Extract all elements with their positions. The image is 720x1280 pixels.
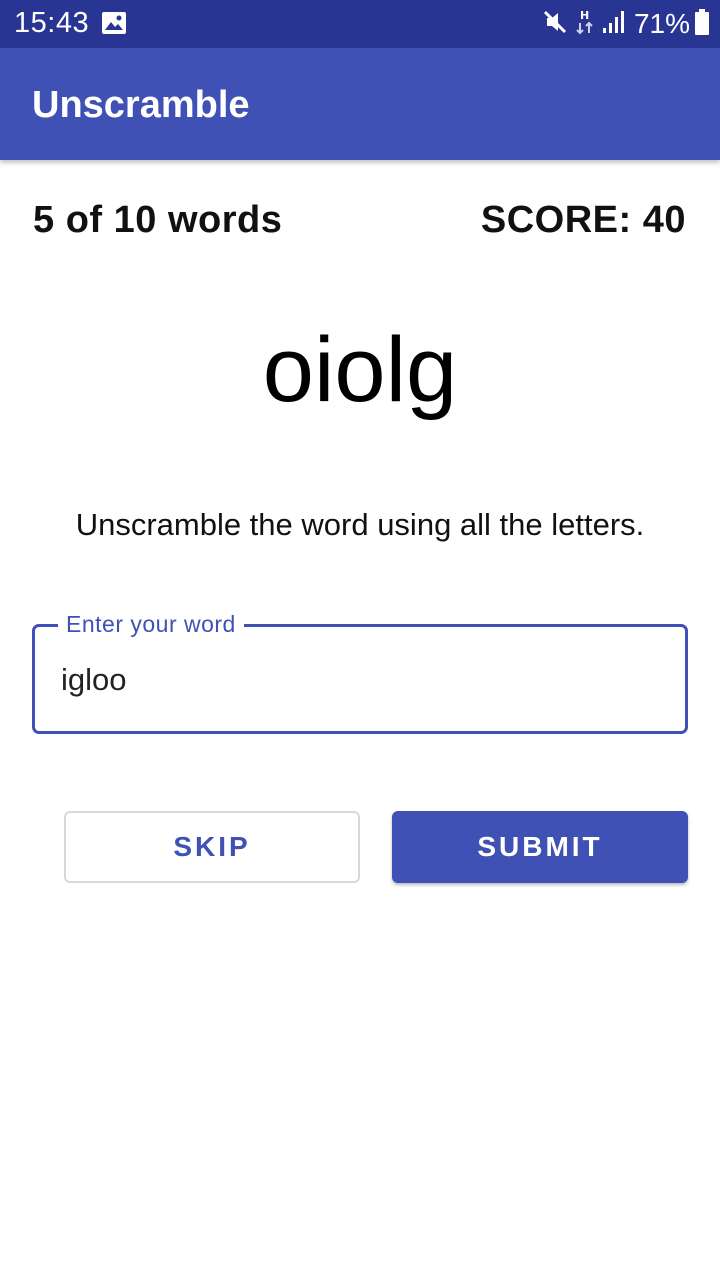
hplus-data-icon: H [576, 7, 594, 42]
word-input[interactable] [61, 655, 661, 705]
scrambled-word: oiolg [262, 319, 458, 421]
submit-button[interactable]: SUBMIT [392, 811, 688, 883]
status-time: 15:43 [14, 7, 90, 39]
word-field-label: Enter your word [58, 611, 244, 638]
word-count: 5 of 10 words [33, 199, 283, 241]
word-text-field[interactable]: Enter your word [32, 611, 688, 734]
app-bar: Unscramble [0, 48, 720, 160]
mute-icon [542, 9, 568, 40]
battery-icon [694, 8, 710, 41]
status-bar: 15:43 H 71% [0, 0, 720, 48]
status-icons: H 71% [534, 7, 710, 41]
score: SCORE: 40 [480, 199, 686, 241]
skip-button[interactable]: SKIP [64, 811, 360, 883]
signal-icon [602, 10, 626, 39]
gallery-icon [101, 11, 127, 35]
battery-percent: 71% [633, 8, 690, 39]
svg-text:H: H [580, 9, 589, 22]
app-title: Unscramble [32, 84, 250, 126]
instructions: Unscramble the word using all the letter… [75, 507, 645, 542]
